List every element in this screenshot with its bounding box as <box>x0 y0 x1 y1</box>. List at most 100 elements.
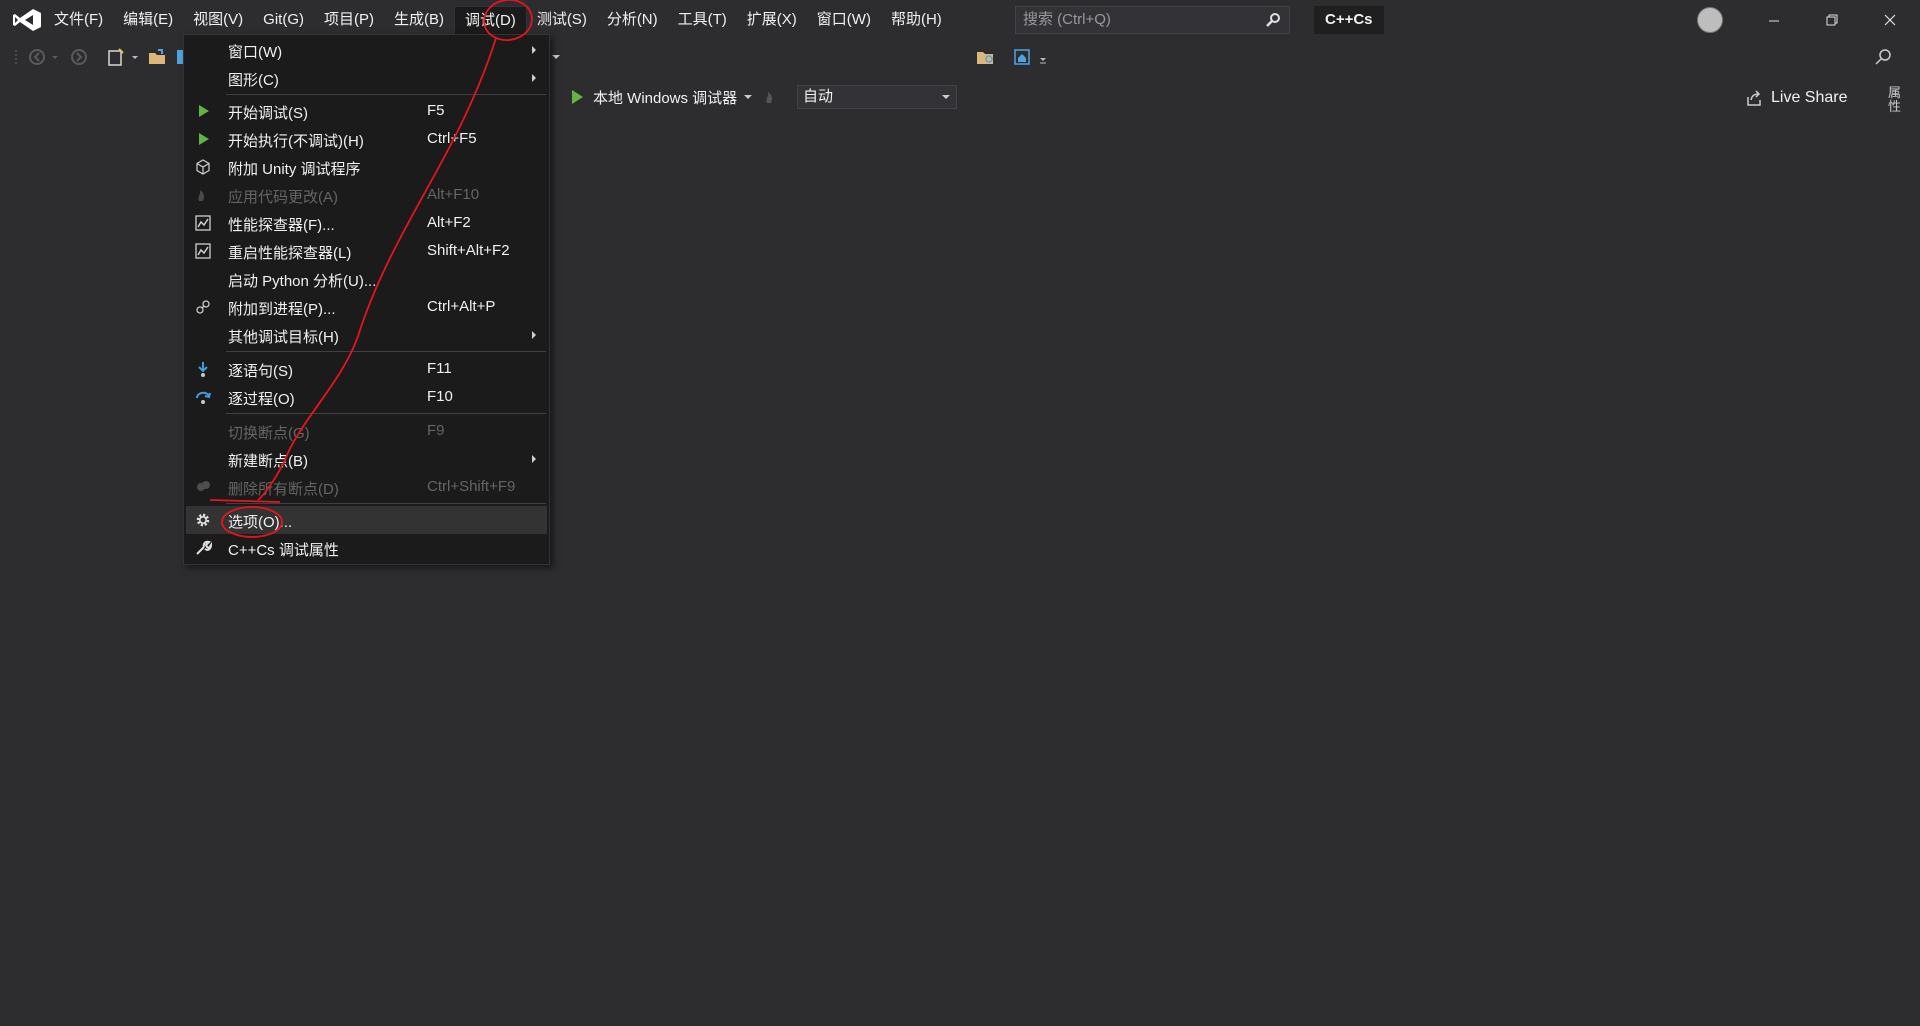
menu-item-shortcut: Shift+Alt+F2 <box>427 242 510 259</box>
search-input[interactable]: 搜索 (Ctrl+Q) <box>1015 6 1290 34</box>
step-into-icon <box>198 362 208 377</box>
solution-platform-value: 自动 <box>803 88 834 105</box>
hot-reload-icon <box>766 92 773 103</box>
menu-build[interactable]: 生成(B) <box>384 6 454 34</box>
menu-item-label: 窗口(W) <box>228 44 283 61</box>
submenu-arrow-icon <box>532 46 536 54</box>
live-share-button[interactable]: Live Share <box>1745 88 1848 108</box>
search-placeholder: 搜索 (Ctrl+Q) <box>1023 11 1111 28</box>
menu-extensions[interactable]: 扩展(X) <box>737 6 807 34</box>
menu-item-label: 应用代码更改(A) <box>228 189 338 206</box>
menu-edit[interactable]: 编辑(E) <box>113 6 183 34</box>
config-dropdown-arrow-icon[interactable] <box>551 48 561 66</box>
submenu-arrow-icon <box>532 74 536 82</box>
profiler-icon <box>195 215 211 231</box>
visual-studio-logo-icon[interactable] <box>12 8 42 32</box>
toolbar-grip-icon[interactable] <box>14 48 20 66</box>
properties-side-tab[interactable]: 属性 <box>1888 86 1904 114</box>
menu-item-label: 删除所有断点(D) <box>228 481 339 498</box>
debug-menu-item-start-without-debugging[interactable]: 开始执行(不调试)(H) Ctrl+F5 <box>186 125 547 153</box>
solution-name-badge[interactable]: C++Cs <box>1314 6 1384 34</box>
debug-menu-item-start-debugging[interactable]: 开始调试(S) F5 <box>186 97 547 125</box>
debug-menu-item-other-debug-targets[interactable]: 其他调试目标(H) <box>186 321 547 349</box>
menu-item-shortcut: Ctrl+Shift+F9 <box>427 478 516 495</box>
debug-menu-item-new-breakpoint[interactable]: 新建断点(B) <box>186 445 547 473</box>
gear-icon <box>196 513 210 527</box>
play-icon <box>199 105 209 117</box>
profiler-icon <box>195 243 211 259</box>
debug-menu-item-graphics[interactable]: 图形(C) <box>186 64 547 92</box>
debug-menu-item-python-profiling[interactable]: 启动 Python 分析(U)... <box>186 265 547 293</box>
menu-git[interactable]: Git(G) <box>253 6 314 34</box>
debug-menu-item-project-debug-properties[interactable]: C++Cs 调试属性 <box>186 534 547 562</box>
browse-folder-icon[interactable] <box>976 48 996 66</box>
menu-item-label: 启动 Python 分析(U)... <box>228 273 377 290</box>
debugger-dropdown-icon[interactable] <box>743 92 753 102</box>
menu-debug[interactable]: 调试(D) <box>453 5 527 35</box>
debug-menu-item-apply-code-changes[interactable]: 应用代码更改(A) Alt+F10 <box>186 181 547 209</box>
step-over-icon <box>196 391 211 404</box>
hot-reload-icon <box>198 190 204 201</box>
menu-item-label: 新建断点(B) <box>228 453 308 470</box>
debug-menu-dropdown: 窗口(W) 图形(C) 开始调试(S) F5 开始执行(不调试)(H) Ctrl… <box>183 34 550 565</box>
debug-menu-item-windows[interactable]: 窗口(W) <box>186 36 547 64</box>
menu-item-label: 附加到进程(P)... <box>228 301 336 318</box>
play-icon <box>572 90 583 104</box>
menu-item-label: C++Cs 调试属性 <box>228 542 339 559</box>
restore-icon[interactable] <box>1810 6 1854 34</box>
menu-tools[interactable]: 工具(T) <box>668 6 737 34</box>
debug-menu-item-options[interactable]: 选项(O)... <box>186 506 547 534</box>
debug-menu-item-step-into[interactable]: 逐语句(S) F11 <box>186 355 547 383</box>
menu-window[interactable]: 窗口(W) <box>807 6 881 34</box>
debug-menu-item-step-over[interactable]: 逐过程(O) F10 <box>186 383 547 411</box>
play-outline-icon <box>199 133 209 145</box>
menu-item-label: 切换断点(G) <box>228 425 310 442</box>
menu-item-label: 重启性能探查器(L) <box>228 245 352 262</box>
solution-platform-select[interactable]: 自动 <box>797 85 957 109</box>
debug-menu-item-delete-all-breakpoints[interactable]: 删除所有断点(D) Ctrl+Shift+F9 <box>186 473 547 501</box>
avatar[interactable] <box>1697 7 1723 33</box>
menu-item-label: 开始执行(不调试)(H) <box>228 133 364 150</box>
menu-item-shortcut: Ctrl+F5 <box>427 130 477 147</box>
open-folder-icon[interactable] <box>148 48 168 66</box>
delete-breakpoints-icon <box>197 481 210 491</box>
unity-cube-icon <box>196 159 210 175</box>
home-view-icon[interactable] <box>1013 48 1049 66</box>
new-project-icon[interactable] <box>106 48 142 66</box>
debug-menu-item-relaunch-profiler[interactable]: 重启性能探查器(L) Shift+Alt+F2 <box>186 237 547 265</box>
live-share-label: Live Share <box>1771 89 1848 106</box>
debug-menu-item-attach-unity[interactable]: 附加 Unity 调试程序 <box>186 153 547 181</box>
menu-item-label: 附加 Unity 调试程序 <box>228 161 361 178</box>
close-icon[interactable] <box>1868 6 1912 34</box>
debug-menu-item-performance-profiler[interactable]: 性能探查器(F)... Alt+F2 <box>186 209 547 237</box>
debug-menu-item-toggle-breakpoint[interactable]: 切换断点(G) F9 <box>186 417 547 445</box>
menu-item-label: 其他调试目标(H) <box>228 329 339 346</box>
menu-test[interactable]: 测试(S) <box>527 6 597 34</box>
menu-item-shortcut: F10 <box>427 388 453 405</box>
menu-item-label: 开始调试(S) <box>228 105 308 122</box>
menu-item-label: 选项(O)... <box>228 514 293 531</box>
wrench-icon <box>196 540 212 555</box>
search-icon[interactable] <box>1265 12 1281 28</box>
menu-analyze[interactable]: 分析(N) <box>597 6 668 34</box>
menu-separator <box>226 503 546 504</box>
menu-view[interactable]: 视图(V) <box>183 6 253 34</box>
menu-item-shortcut: F5 <box>427 102 445 119</box>
menu-item-label: 逐过程(O) <box>228 391 295 408</box>
feedback-icon[interactable] <box>1874 48 1894 66</box>
debugger-label: 本地 Windows 调试器 <box>593 89 738 107</box>
menu-item-label: 图形(C) <box>228 72 279 89</box>
menu-item-shortcut: F9 <box>427 422 445 439</box>
menu-item-shortcut: Alt+F10 <box>427 186 480 203</box>
chevron-down-icon <box>942 95 950 99</box>
menu-item-shortcut: F11 <box>427 360 452 377</box>
forward-icon[interactable] <box>70 48 88 66</box>
minimize-icon[interactable] <box>1752 6 1796 34</box>
back-icon[interactable] <box>28 48 66 66</box>
share-icon <box>1747 90 1761 106</box>
menu-help[interactable]: 帮助(H) <box>881 6 952 34</box>
start-debugger-button[interactable]: 本地 Windows 调试器 <box>572 86 779 108</box>
debug-menu-item-attach-to-process[interactable]: 附加到进程(P)... Ctrl+Alt+P <box>186 293 547 321</box>
menu-file[interactable]: 文件(F) <box>44 6 113 34</box>
menu-project[interactable]: 项目(P) <box>314 6 384 34</box>
